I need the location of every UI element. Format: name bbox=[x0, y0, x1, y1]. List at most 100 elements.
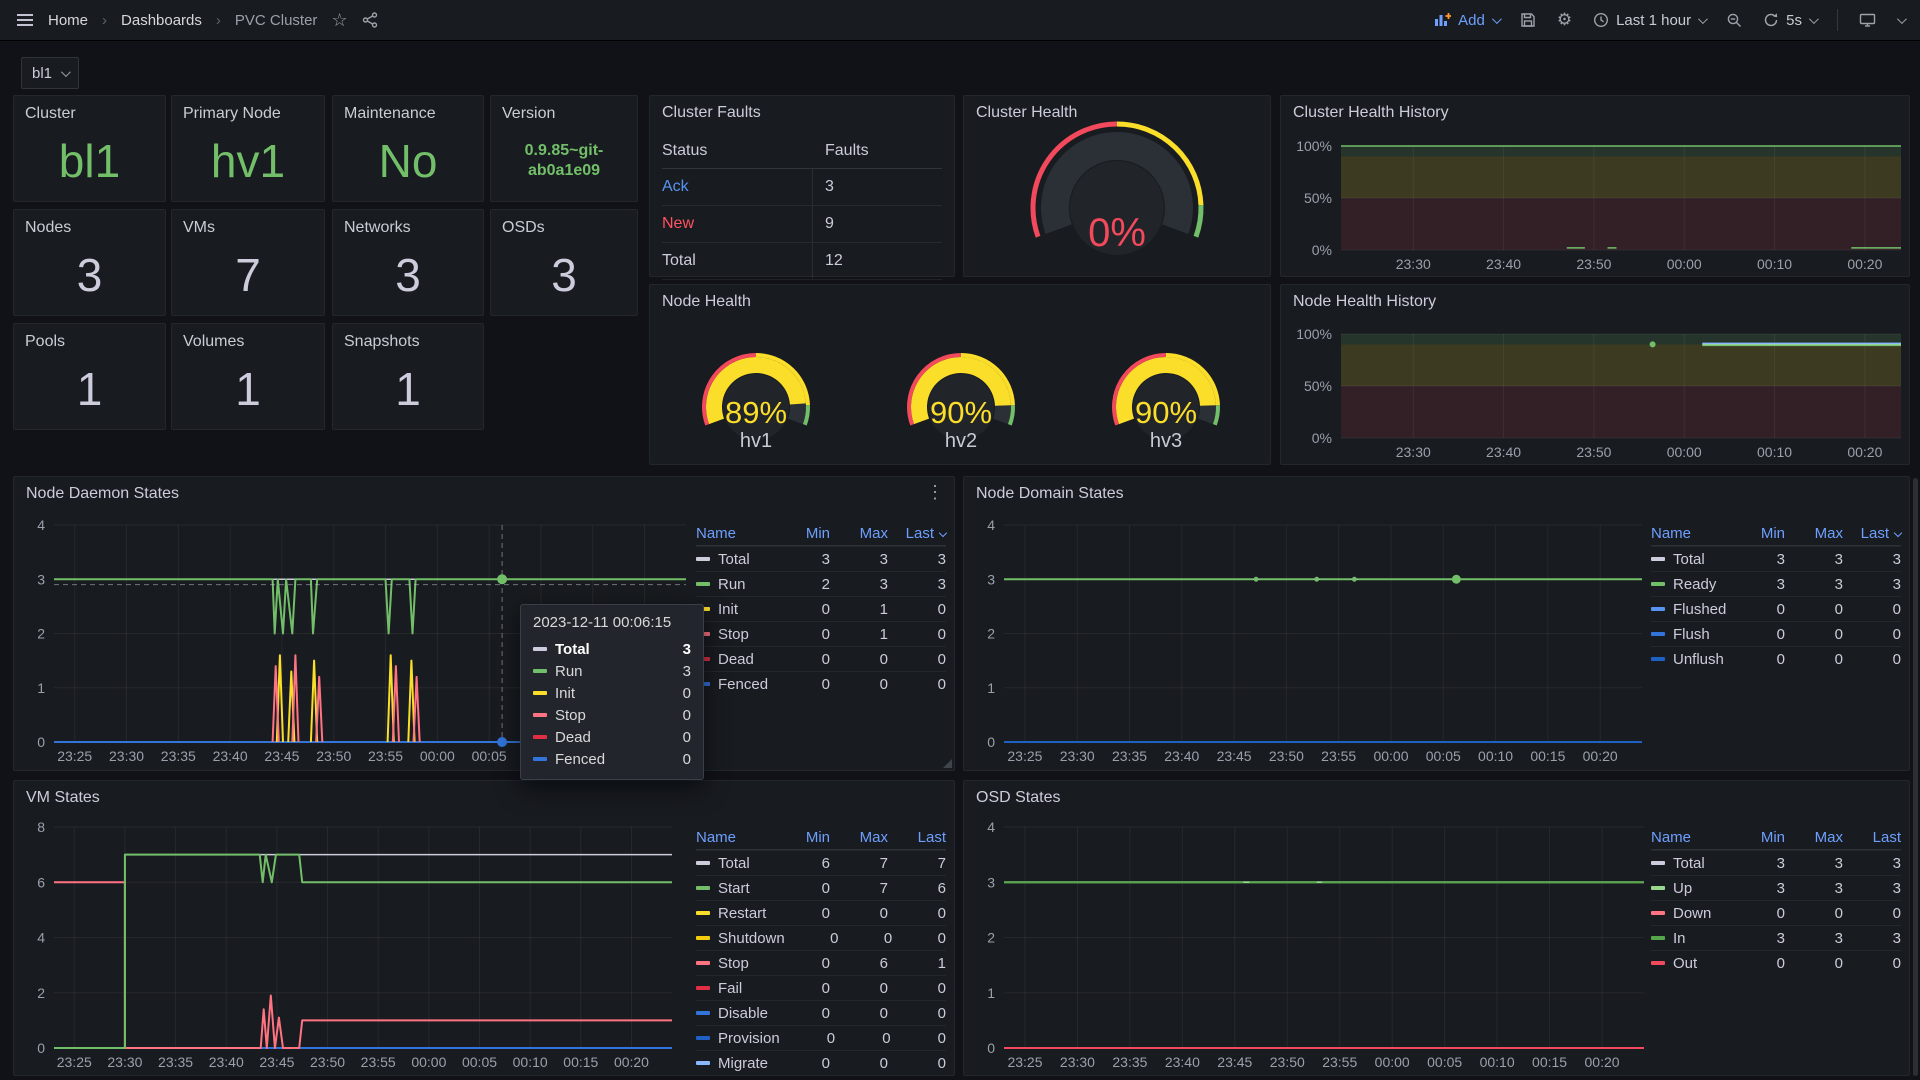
stat-panel-volumes: Volumes 1 bbox=[171, 323, 325, 430]
toolbar-overflow-chevron[interactable] bbox=[1897, 17, 1904, 24]
legend-row-ready[interactable]: Ready333 bbox=[1651, 571, 1901, 596]
svg-text:100%: 100% bbox=[1296, 326, 1332, 342]
svg-text:1: 1 bbox=[987, 985, 995, 1001]
stat-value: 3 bbox=[14, 240, 165, 309]
dashboard-settings-icon[interactable]: ⚙ bbox=[1557, 10, 1572, 30]
menu-toggle-icon[interactable] bbox=[16, 12, 34, 28]
legend-row-total[interactable]: Total677 bbox=[696, 850, 946, 875]
series-color-swatch bbox=[1651, 861, 1665, 865]
legend-row-total[interactable]: Total333 bbox=[1651, 546, 1901, 571]
top-navbar: Home › Dashboards › PVC Cluster ☆ Add ⚙ … bbox=[0, 0, 1920, 41]
legend-row-dead[interactable]: Dead000 bbox=[696, 646, 946, 671]
svg-text:2: 2 bbox=[37, 985, 45, 1001]
share-icon[interactable] bbox=[362, 12, 378, 28]
legend-row-restart[interactable]: Restart000 bbox=[696, 900, 946, 925]
svg-text:23:50: 23:50 bbox=[1269, 748, 1304, 764]
legend-row-provision[interactable]: Provision000 bbox=[696, 1025, 946, 1050]
legend-row-stop[interactable]: Stop061 bbox=[696, 950, 946, 975]
legend-row-shutdown[interactable]: Shutdown000 bbox=[696, 925, 946, 950]
save-dashboard-icon[interactable] bbox=[1520, 12, 1536, 28]
svg-text:23:40: 23:40 bbox=[1165, 1054, 1200, 1070]
stat-label: Snapshots bbox=[344, 333, 420, 351]
refresh-icon bbox=[1763, 12, 1779, 28]
panel-title[interactable]: Cluster Faults bbox=[662, 104, 761, 122]
zoom-out-icon[interactable] bbox=[1726, 12, 1742, 28]
dashboard-canvas: bl1 Cluster bl1 Primary Node hv1 Mainten… bbox=[0, 41, 1920, 1080]
stat-value: 3 bbox=[491, 240, 637, 309]
svg-text:0%: 0% bbox=[1312, 242, 1332, 258]
legend-row-start[interactable]: Start076 bbox=[696, 875, 946, 900]
stat-value: bl1 bbox=[14, 126, 165, 195]
svg-text:4: 4 bbox=[987, 819, 995, 835]
legend-row-flushed[interactable]: Flushed000 bbox=[1651, 596, 1901, 621]
panel-cluster-health: Cluster Health 0% bbox=[963, 95, 1271, 277]
svg-text:0: 0 bbox=[987, 1040, 995, 1056]
stat-label: Primary Node bbox=[183, 105, 281, 123]
stat-label: Networks bbox=[344, 219, 411, 237]
legend-row-disable[interactable]: Disable000 bbox=[696, 1000, 946, 1025]
legend-row-stop[interactable]: Stop010 bbox=[696, 621, 946, 646]
node-health-gauges: 89%hv190%hv290%hv3 bbox=[650, 285, 1270, 464]
series-color-swatch bbox=[1651, 632, 1665, 636]
clock-icon bbox=[1593, 12, 1609, 28]
legend-header: NameMinMaxLast bbox=[696, 521, 946, 546]
panel-cluster-faults: Cluster Faults Status Faults Ack3New9Tot… bbox=[649, 95, 955, 277]
stat-panel-nodes: Nodes 3 bbox=[13, 209, 166, 316]
legend-row-unflush[interactable]: Unflush000 bbox=[1651, 646, 1901, 671]
svg-text:00:20: 00:20 bbox=[614, 1054, 649, 1070]
legend-row-up[interactable]: Up333 bbox=[1651, 875, 1901, 900]
svg-text:50%: 50% bbox=[1304, 190, 1332, 206]
time-range-picker[interactable]: Last 1 hour bbox=[1593, 12, 1705, 29]
svg-text:00:00: 00:00 bbox=[1373, 748, 1408, 764]
refresh-button[interactable]: 5s bbox=[1763, 12, 1816, 29]
svg-text:00:10: 00:10 bbox=[1478, 748, 1513, 764]
tooltip-row-dead: Dead0 bbox=[533, 726, 691, 748]
legend-row-in[interactable]: In333 bbox=[1651, 925, 1901, 950]
chevron-down-icon bbox=[61, 67, 71, 77]
series-color-swatch bbox=[696, 1061, 710, 1065]
column-header-status[interactable]: Status bbox=[662, 142, 812, 160]
stat-label: Volumes bbox=[183, 333, 244, 351]
kiosk-mode-icon[interactable] bbox=[1859, 12, 1876, 28]
add-panel-button[interactable]: Add bbox=[1434, 12, 1499, 29]
legend-row-out[interactable]: Out000 bbox=[1651, 950, 1901, 975]
series-color-swatch bbox=[1651, 961, 1665, 965]
panel-node-domain-states: Node Domain States 0123423:2523:3023:352… bbox=[963, 476, 1910, 771]
tooltip-timestamp: 2023-12-11 00:06:15 bbox=[533, 614, 691, 631]
time-series-chart[interactable]: 0%50%100%23:3023:4023:5000:0000:1000:20 bbox=[1281, 285, 1909, 464]
cluster-health-gauge: 0% bbox=[964, 110, 1270, 276]
legend-row-total[interactable]: Total333 bbox=[696, 546, 946, 571]
vertical-scrollbar[interactable] bbox=[1913, 478, 1918, 1076]
stat-value: 0.9.85~git-ab0a1e09 bbox=[491, 126, 637, 195]
legend-row-total[interactable]: Total333 bbox=[1651, 850, 1901, 875]
legend-row-run[interactable]: Run233 bbox=[696, 571, 946, 596]
svg-text:23:30: 23:30 bbox=[107, 1054, 142, 1070]
legend-row-down[interactable]: Down000 bbox=[1651, 900, 1901, 925]
legend-row-fail[interactable]: Fail000 bbox=[696, 975, 946, 1000]
column-header-faults[interactable]: Faults bbox=[812, 142, 942, 160]
svg-text:00:00: 00:00 bbox=[1667, 256, 1702, 272]
legend-row-fenced[interactable]: Fenced000 bbox=[696, 671, 946, 696]
panel-resize-handle[interactable] bbox=[943, 759, 952, 768]
panel-node-health: Node Health 89%hv190%hv290%hv3 bbox=[649, 284, 1271, 465]
svg-text:100%: 100% bbox=[1296, 138, 1332, 154]
series-color-swatch bbox=[696, 986, 710, 990]
breadcrumb-dashboards[interactable]: Dashboards bbox=[121, 12, 202, 29]
legend-row-migrate[interactable]: Migrate000 bbox=[696, 1050, 946, 1075]
breadcrumb-home[interactable]: Home bbox=[48, 12, 88, 29]
svg-text:00:20: 00:20 bbox=[1847, 444, 1882, 460]
legend-row-flush[interactable]: Flush000 bbox=[1651, 621, 1901, 646]
chart-legend: NameMinMaxLastTotal677Start076Restart000… bbox=[696, 825, 946, 1075]
svg-text:23:40: 23:40 bbox=[1486, 256, 1521, 272]
series-color-swatch bbox=[1651, 582, 1665, 586]
star-icon[interactable]: ☆ bbox=[331, 10, 347, 31]
legend-row-init[interactable]: Init010 bbox=[696, 596, 946, 621]
svg-text:23:50: 23:50 bbox=[310, 1054, 345, 1070]
variable-dropdown[interactable]: bl1 bbox=[21, 57, 79, 89]
svg-text:23:25: 23:25 bbox=[57, 748, 92, 764]
svg-text:00:05: 00:05 bbox=[472, 748, 507, 764]
stat-value: 1 bbox=[172, 354, 324, 423]
svg-text:00:15: 00:15 bbox=[1532, 1054, 1567, 1070]
svg-text:23:40: 23:40 bbox=[209, 1054, 244, 1070]
time-series-chart[interactable]: 0%50%100%23:3023:4023:5000:0000:1000:20 bbox=[1281, 96, 1909, 276]
